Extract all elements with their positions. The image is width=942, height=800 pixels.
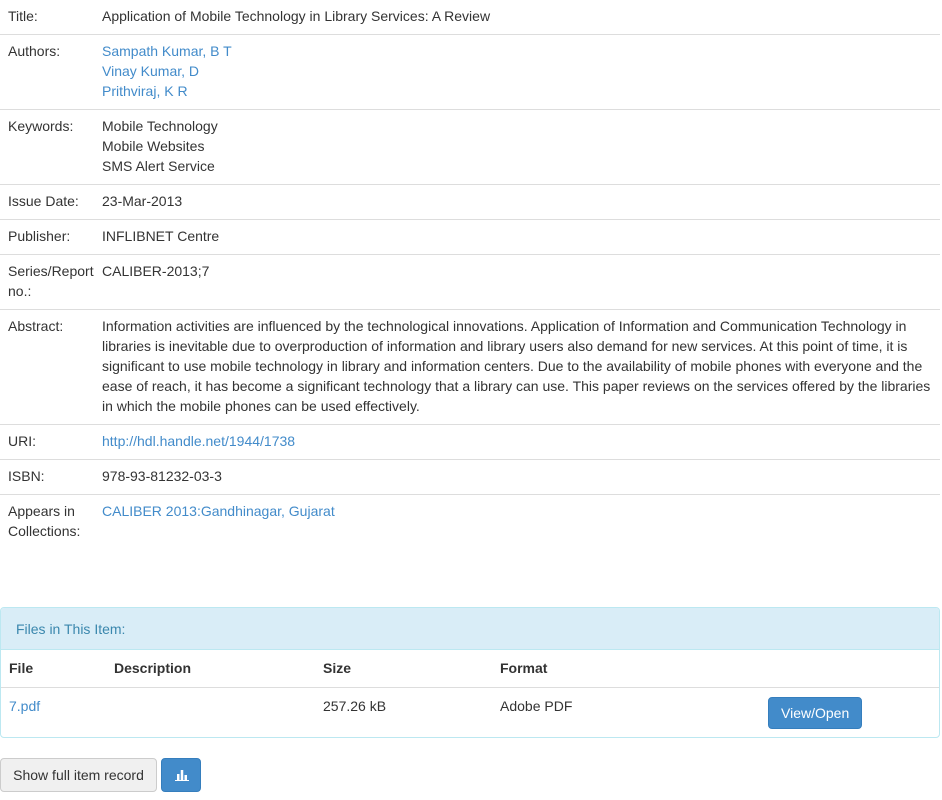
metadata-row-title: Title: Application of Mobile Technology …: [0, 0, 940, 35]
metadata-value-publisher: INFLIBNET Centre: [102, 228, 220, 244]
metadata-value-title: Application of Mobile Technology in Libr…: [102, 8, 491, 24]
metadata-value-collections: CALIBER 2013:Gandhinagar, Gujarat: [102, 495, 940, 550]
metadata-label-keywords: Keywords:: [8, 118, 74, 134]
metadata-label-publisher: Publisher:: [8, 228, 71, 244]
metadata-label-uri: URI:: [8, 433, 36, 449]
metadata-value-series: CALIBER-2013;7: [102, 263, 210, 279]
statistics-button[interactable]: [161, 758, 201, 792]
item-metadata-table: Title: Application of Mobile Technology …: [0, 0, 940, 549]
metadata-row-uri: URI: http://hdl.handle.net/1944/1738: [0, 425, 940, 460]
metadata-row-collections: Appears in Collections: CALIBER 2013:Gan…: [0, 495, 940, 550]
metadata-row-isbn: ISBN: 978-93-81232-03-3: [0, 460, 940, 495]
metadata-label-isbn: ISBN:: [8, 468, 45, 484]
files-table: File Description Size Format 7.pdf 257.2…: [1, 650, 939, 737]
column-header-size: Size: [315, 650, 492, 688]
keyword: Mobile Technology: [102, 118, 218, 134]
metadata-label-abstract: Abstract:: [8, 318, 64, 334]
metadata-row-authors: Authors: Sampath Kumar, B T Vinay Kumar,…: [0, 35, 940, 110]
column-header-format: Format: [492, 650, 760, 688]
collection-link[interactable]: CALIBER 2013:Gandhinagar, Gujarat: [102, 503, 335, 519]
author-link[interactable]: Prithviraj, K R: [102, 81, 932, 101]
metadata-value-isbn: 978-93-81232-03-3: [102, 468, 222, 484]
action-cell: View/Open: [760, 687, 939, 737]
view-open-button[interactable]: View/Open: [768, 696, 863, 729]
column-header-description: Description: [106, 650, 315, 688]
metadata-row-series: Series/Report no.: CALIBER-2013;7: [0, 255, 940, 310]
metadata-value-issue-date: 23-Mar-2013: [102, 193, 183, 209]
metadata-label-issue-date: Issue Date:: [8, 193, 79, 209]
metadata-label-series: Series/Report no.:: [8, 263, 94, 299]
keyword: Mobile Websites: [102, 138, 205, 154]
column-header-action: [760, 650, 939, 688]
column-header-file: File: [1, 650, 106, 688]
metadata-value-keywords: Mobile Technology Mobile Websites SMS Al…: [102, 110, 940, 185]
show-full-record-button[interactable]: Show full item record: [0, 758, 157, 792]
files-table-header: File Description Size Format: [1, 650, 939, 688]
metadata-row-publisher: Publisher: INFLIBNET Centre: [0, 220, 940, 255]
metadata-label-collections: Appears in Collections:: [8, 503, 81, 539]
metadata-label-authors: Authors:: [8, 43, 61, 59]
author-link[interactable]: Sampath Kumar, B T: [102, 41, 932, 61]
metadata-row-issue-date: Issue Date: 23-Mar-2013: [0, 185, 940, 220]
table-row: 7.pdf 257.26 kB Adobe PDF View/Open: [1, 687, 939, 737]
files-panel: Files in This Item: File Description Siz…: [0, 607, 940, 738]
size-cell: 257.26 kB: [323, 697, 387, 714]
keyword: SMS Alert Service: [102, 158, 215, 174]
metadata-row-keywords: Keywords: Mobile Technology Mobile Websi…: [0, 110, 940, 185]
metadata-value-uri: http://hdl.handle.net/1944/1738: [102, 425, 940, 460]
author-link[interactable]: Vinay Kumar, D: [102, 61, 932, 81]
metadata-value-authors: Sampath Kumar, B T Vinay Kumar, D Prithv…: [102, 35, 940, 110]
metadata-row-abstract: Abstract: Information activities are inf…: [0, 310, 940, 425]
handle-uri-link[interactable]: http://hdl.handle.net/1944/1738: [102, 433, 295, 449]
file-cell: 7.pdf: [1, 687, 106, 737]
file-link[interactable]: 7.pdf: [9, 698, 40, 714]
metadata-label-title: Title:: [8, 8, 38, 24]
metadata-value-abstract: Information activities are influenced by…: [102, 318, 931, 414]
bar-chart-icon: [175, 770, 189, 781]
files-panel-heading: Files in This Item:: [1, 608, 939, 650]
description-cell: [106, 687, 315, 737]
format-cell: Adobe PDF: [500, 697, 573, 714]
